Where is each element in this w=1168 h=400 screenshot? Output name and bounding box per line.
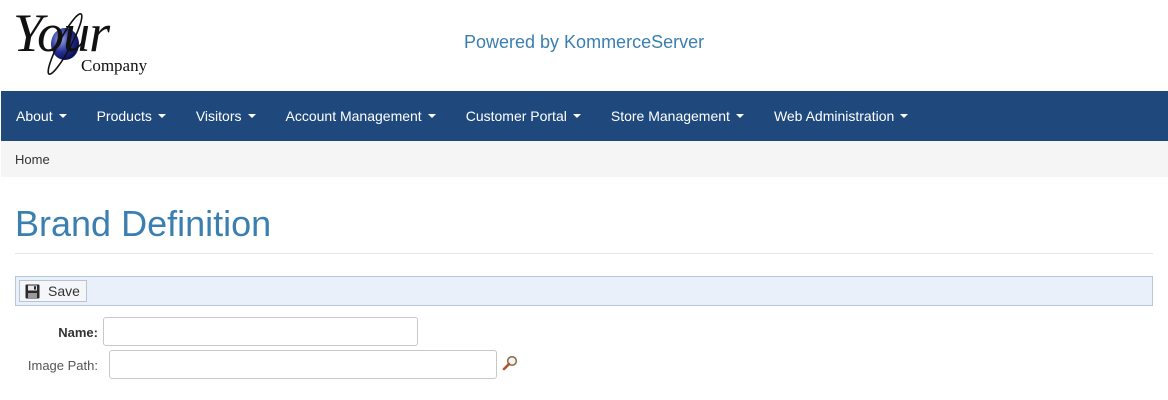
title-divider bbox=[15, 253, 1153, 254]
save-button-label: Save bbox=[48, 283, 80, 299]
caret-down-icon bbox=[900, 114, 909, 118]
caret-down-icon bbox=[427, 114, 436, 118]
name-input[interactable] bbox=[103, 317, 418, 346]
company-logo[interactable]: Your Company bbox=[13, 4, 173, 80]
site-header: Your Company Powered by KommerceServer bbox=[0, 0, 1168, 91]
nav-item-label: Visitors bbox=[195, 108, 242, 124]
magnifier-icon[interactable] bbox=[502, 355, 518, 371]
caret-down-icon bbox=[735, 114, 744, 118]
caret-down-icon bbox=[157, 114, 166, 118]
logo-text-sub: Company bbox=[81, 56, 148, 75]
nav-item-label: Products bbox=[96, 108, 152, 124]
form-toolbar: Save bbox=[15, 276, 1153, 306]
logo-text-main: Your bbox=[13, 3, 110, 63]
nav-item-label: Store Management bbox=[610, 108, 730, 124]
nav-item-account-management[interactable]: Account Management bbox=[271, 91, 451, 141]
nav-item-about[interactable]: About bbox=[1, 91, 82, 141]
floppy-disk-icon bbox=[25, 284, 40, 298]
page-title: Brand Definition bbox=[15, 203, 272, 244]
nav-item-label: Account Management bbox=[285, 108, 422, 124]
name-label: Name: bbox=[58, 325, 98, 340]
caret-down-icon bbox=[572, 114, 581, 118]
breadcrumb-home-link[interactable]: Home bbox=[15, 152, 50, 167]
nav-item-store-management[interactable]: Store Management bbox=[596, 91, 759, 141]
nav-item-label: Web Administration bbox=[773, 108, 895, 124]
image-path-label: Image Path: bbox=[27, 358, 98, 373]
nav-item-label: About bbox=[16, 108, 53, 124]
nav-item-web-administration[interactable]: Web Administration bbox=[759, 91, 923, 141]
caret-down-icon bbox=[58, 114, 67, 118]
nav-item-customer-portal[interactable]: Customer Portal bbox=[451, 91, 596, 141]
caret-down-icon bbox=[247, 114, 256, 118]
nav-item-visitors[interactable]: Visitors bbox=[181, 91, 271, 141]
save-button[interactable]: Save bbox=[19, 280, 87, 302]
nav-item-products[interactable]: Products bbox=[82, 91, 181, 141]
main-navbar: About Products Visitors Account Manageme… bbox=[1, 91, 1168, 141]
powered-by-text: Powered by KommerceServer bbox=[464, 32, 705, 52]
nav-item-label: Customer Portal bbox=[465, 108, 567, 124]
image-path-input[interactable] bbox=[109, 350, 497, 379]
breadcrumb: Home bbox=[1, 141, 1168, 177]
